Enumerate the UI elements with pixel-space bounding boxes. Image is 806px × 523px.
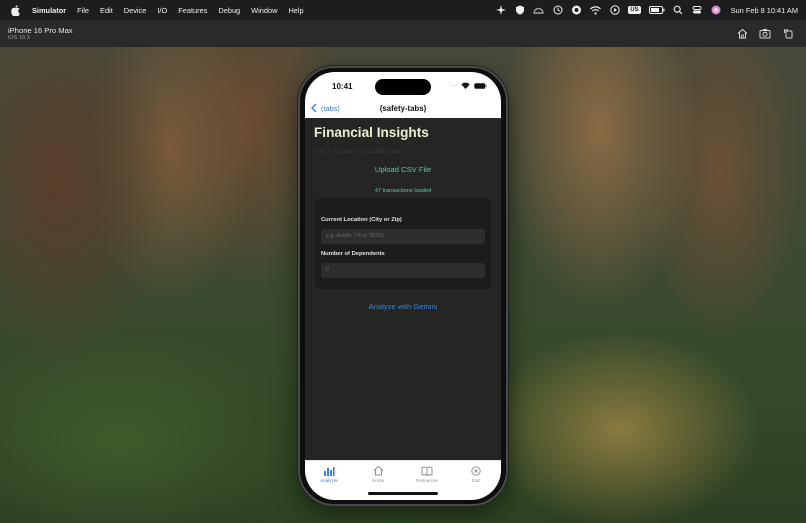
- rotate-icon[interactable]: [782, 27, 794, 39]
- page-title: Financial Insights: [314, 125, 429, 140]
- menu-clock[interactable]: Sun Feb 8 10:41 AM: [731, 6, 798, 15]
- battery-icon[interactable]: [648, 5, 665, 16]
- house-icon: [371, 464, 385, 477]
- menu-bar: Simulator File Edit Device I/O Features …: [0, 0, 806, 20]
- screenshot-icon[interactable]: [759, 27, 771, 39]
- shield-icon[interactable]: [514, 5, 525, 16]
- menu-window[interactable]: Window: [251, 6, 277, 15]
- status-time: 10:41: [332, 82, 353, 91]
- creative-cloud-icon[interactable]: [571, 5, 582, 16]
- status-icons: ····: [447, 82, 487, 89]
- sparkle-icon[interactable]: [495, 5, 506, 16]
- menu-debug[interactable]: Debug: [218, 6, 240, 15]
- dynamic-island: [375, 79, 431, 95]
- menu-help[interactable]: Help: [288, 6, 303, 15]
- tab-label: Exit: [472, 478, 480, 483]
- book-icon: [420, 464, 434, 477]
- menu-edit[interactable]: Edit: [100, 6, 113, 15]
- tab-label: Home: [371, 478, 385, 483]
- details-form-card: Current Location (City or Zip) e.g. Aust…: [315, 198, 491, 289]
- menu-device[interactable]: Device: [124, 6, 147, 15]
- menu-file[interactable]: File: [77, 6, 89, 15]
- tab-bar: Analyzer Home Resources Exit: [305, 460, 501, 500]
- battery-icon: [474, 82, 487, 89]
- upload-csv-button[interactable]: Upload CSV File: [305, 165, 501, 174]
- tab-home[interactable]: Home: [358, 464, 398, 483]
- navigation-bar: (tabs) (safety-tabs): [305, 100, 501, 118]
- menu-io[interactable]: I/O: [157, 6, 167, 15]
- tab-label: Analyzer: [320, 478, 338, 483]
- cloud-icon[interactable]: [533, 5, 544, 16]
- tab-label: Resources: [416, 478, 438, 483]
- device-os-version: iOS 18.3: [8, 35, 30, 41]
- input-source-badge[interactable]: US: [628, 6, 641, 14]
- apple-logo-icon[interactable]: [10, 4, 22, 16]
- analyze-button[interactable]: Analyze with Gemini: [305, 302, 501, 311]
- tab-exit[interactable]: Exit: [456, 464, 496, 483]
- signal-dots-icon: ····: [451, 82, 458, 89]
- menu-simulator[interactable]: Simulator: [32, 6, 66, 15]
- control-center-icon[interactable]: [692, 5, 703, 16]
- tab-analyzer[interactable]: Analyzer: [309, 464, 349, 483]
- phone-screen: 10:41 ···· (tabs) (safety-tabs) Financia…: [305, 72, 501, 500]
- menu-extras: US Sun Feb 8 10:41 AM: [487, 0, 798, 20]
- step-hint: Step 1: Upload Transaction Data: [314, 149, 401, 155]
- device-name: iPhone 16 Pro Max: [8, 26, 73, 35]
- home-button-icon[interactable]: [736, 27, 748, 39]
- nav-title: (safety-tabs): [379, 104, 427, 113]
- time-machine-icon[interactable]: [552, 5, 563, 16]
- ios-status-bar: 10:41 ····: [305, 72, 501, 100]
- search-icon[interactable]: [673, 5, 684, 16]
- siri-icon[interactable]: [711, 5, 722, 16]
- menu-features[interactable]: Features: [178, 6, 207, 15]
- transactions-loaded-status: 47 transactions loaded: [374, 188, 432, 194]
- simulator-toolbar: [725, 27, 794, 39]
- bar-chart-icon: [322, 464, 336, 477]
- dependents-label: Number of Dependents: [321, 251, 385, 257]
- analyzer-content: Financial Insights Step 1: Upload Transa…: [305, 118, 501, 460]
- tab-resources[interactable]: Resources: [407, 464, 447, 483]
- simulator-title-bar: iPhone 16 Pro Max iOS 18.3: [0, 20, 806, 47]
- wifi-icon[interactable]: [590, 5, 602, 16]
- location-input[interactable]: e.g. Austin, TX or 78701: [321, 229, 485, 244]
- home-indicator[interactable]: [368, 492, 438, 495]
- dependents-input[interactable]: 0: [321, 263, 485, 278]
- close-circle-icon: [469, 464, 483, 477]
- play-circle-icon[interactable]: [609, 5, 620, 16]
- location-label: Current Location (City or Zip): [321, 217, 402, 223]
- wifi-icon: [461, 82, 470, 89]
